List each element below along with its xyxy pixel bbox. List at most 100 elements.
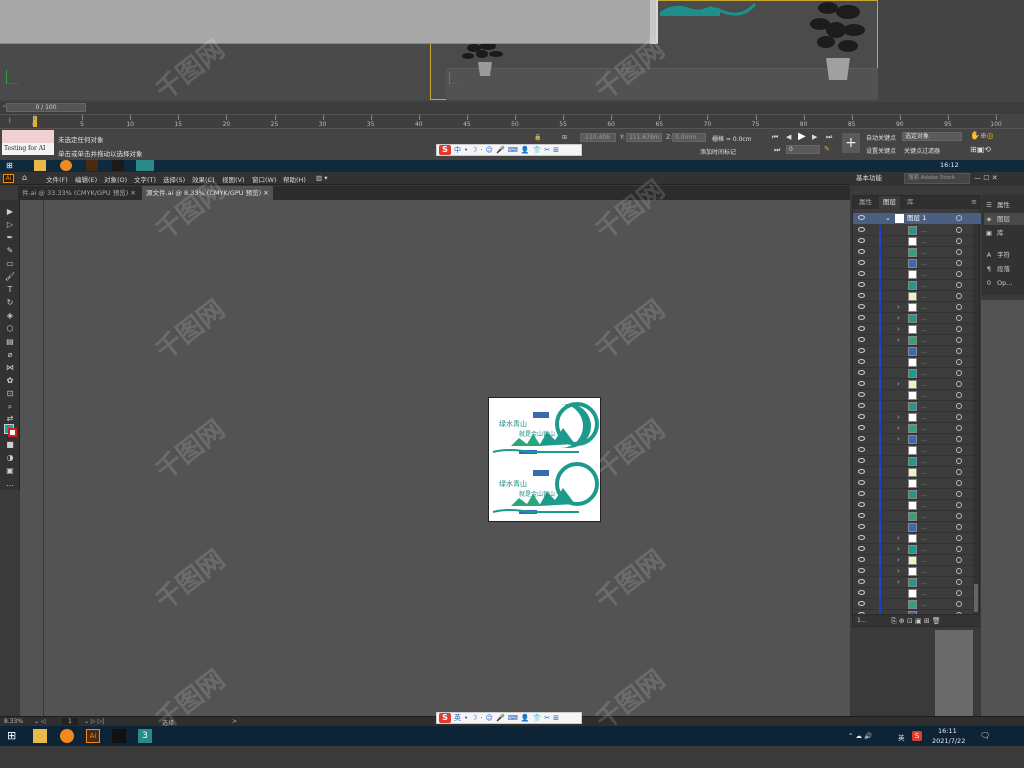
target-circle-icon[interactable] (956, 260, 962, 266)
sublayer-name[interactable]: ... (921, 577, 927, 588)
next-key-icon[interactable]: ▶ (812, 133, 817, 141)
visibility-eye-icon[interactable] (858, 337, 865, 342)
menu-select[interactable]: 选择(S) (163, 174, 185, 184)
maxscript-listener[interactable] (2, 130, 54, 143)
visibility-eye-icon[interactable] (858, 436, 865, 441)
visibility-eye-icon[interactable] (858, 381, 865, 386)
ai-canvas[interactable] (44, 200, 850, 716)
mic-icon[interactable]: 🎤 (496, 145, 505, 155)
sublayer-row[interactable]: ... (853, 357, 973, 368)
target-circle-icon[interactable] (956, 238, 962, 244)
menu-type[interactable]: 文字(T) (134, 174, 156, 184)
sublayer-name[interactable]: ... (921, 302, 927, 313)
sublayer-name[interactable]: ... (921, 247, 927, 258)
target-circle-icon[interactable] (956, 546, 962, 552)
expand-arrow-icon[interactable]: › (897, 324, 900, 335)
max-floating-dialog[interactable] (0, 0, 658, 44)
file-explorer-icon[interactable] (33, 729, 47, 743)
curvature-tool-icon[interactable]: ✎ (4, 245, 16, 256)
visibility-eye-icon[interactable] (858, 282, 865, 287)
target-circle-icon[interactable] (956, 304, 962, 310)
more-tools-icon[interactable]: … (4, 478, 16, 489)
zoom-extents-icons[interactable]: ⊞▣⟲ (970, 145, 991, 154)
visibility-eye-icon[interactable] (858, 227, 865, 232)
windows-start-icon[interactable]: ⊞ (6, 161, 13, 170)
curve-editor-icon[interactable]: ⌇ (8, 117, 11, 125)
visibility-eye-icon[interactable] (858, 579, 865, 584)
target-circle-icon[interactable] (956, 425, 962, 431)
menu-help[interactable]: 帮助(H) (283, 174, 306, 184)
visibility-eye-icon[interactable] (858, 491, 865, 496)
expand-arrow-icon[interactable]: › (897, 379, 900, 390)
menu-object[interactable]: 对象(O) (104, 174, 127, 184)
coord-mode-icon[interactable]: ⊞ (562, 134, 567, 141)
target-circle-icon[interactable] (956, 535, 962, 541)
sublayer-name[interactable]: ... (921, 533, 927, 544)
visibility-eye-icon[interactable] (858, 315, 865, 320)
moon-icon[interactable]: ☽ (471, 145, 477, 155)
tray-clock[interactable]: 16:12 (940, 161, 959, 169)
expand-arrow-icon[interactable]: › (897, 412, 900, 423)
grid-icon[interactable]: ⊞ (553, 713, 559, 723)
visibility-eye-icon[interactable] (858, 557, 865, 562)
gradient-tool-icon[interactable]: ▤ (4, 336, 16, 347)
browser-icon[interactable] (60, 729, 74, 743)
target-circle-icon[interactable] (956, 249, 962, 255)
time-config-icon[interactable]: ✎ (824, 145, 830, 153)
visibility-eye-icon[interactable] (858, 524, 865, 529)
sublayer-row[interactable]: ... (853, 489, 973, 500)
expand-arrow-icon[interactable]: › (897, 544, 900, 555)
coord-x-field[interactable]: -110.406 (580, 133, 616, 142)
dot-icon[interactable]: · (480, 713, 482, 723)
screen-mode-icon[interactable]: ▣ (4, 465, 16, 476)
eyedropper-tool-icon[interactable]: ⌀ (4, 349, 16, 360)
target-circle-icon[interactable] (956, 447, 962, 453)
visibility-eye-icon[interactable] (858, 502, 865, 507)
ime-toolbar[interactable]: S 中 • ☽ · ☺ 🎤 ⌨ 👤 👕 ✂ ⊞ (436, 144, 582, 156)
visibility-eye-icon[interactable] (858, 546, 865, 551)
sublayer-name[interactable]: ... (921, 423, 927, 434)
artboard[interactable]: 绿水青山 就是金山银山 绿水青山 就是金山银山 (488, 397, 601, 522)
expand-arrow-icon[interactable]: › (897, 577, 900, 588)
3dsmax-icon[interactable] (136, 160, 154, 171)
window-controls[interactable]: — ☐ ✕ (974, 174, 998, 182)
set-key-button[interactable]: + (842, 133, 860, 153)
scissors-icon[interactable]: ✂ (544, 713, 550, 723)
sublayer-name[interactable]: ... (921, 368, 927, 379)
visibility-eye-icon[interactable] (858, 238, 865, 243)
target-circle-icon[interactable] (956, 480, 962, 486)
visibility-eye-icon[interactable] (858, 215, 865, 220)
visibility-eye-icon[interactable] (858, 447, 865, 452)
target-circle-icon[interactable] (956, 568, 962, 574)
sublayer-name[interactable]: ... (921, 478, 927, 489)
sublayer-name[interactable]: ... (921, 489, 927, 500)
menu-effect[interactable]: 效果(C) (192, 174, 215, 184)
target-circle-icon[interactable] (956, 348, 962, 354)
sublayer-row[interactable]: ›... (853, 379, 973, 390)
taskbar-date[interactable]: 2021/7/22 (932, 737, 965, 745)
sublayer-name[interactable]: ... (921, 555, 927, 566)
sublayer-row[interactable]: ... (853, 467, 973, 478)
sublayer-row[interactable]: ... (853, 291, 973, 302)
grid-icon[interactable]: ⊞ (553, 145, 559, 155)
sublayer-row[interactable]: ... (853, 225, 973, 236)
sublayer-name[interactable]: ... (921, 544, 927, 555)
sublayer-row[interactable]: ›... (853, 313, 973, 324)
visibility-eye-icon[interactable] (858, 326, 865, 331)
expand-arrow-icon[interactable]: › (897, 423, 900, 434)
sublayer-name[interactable]: ... (921, 346, 927, 357)
play-icon[interactable]: ▶ (798, 131, 806, 142)
target-circle-icon[interactable] (956, 513, 962, 519)
auto-key-button[interactable]: 自动关键点 (866, 133, 896, 142)
blend-tool-icon[interactable]: ⋈ (4, 362, 16, 373)
dialog-scrollbar[interactable] (650, 0, 656, 44)
layer-actions-icons[interactable]: ⎘ ⊕ ⊡ ▣ ⊞ 🗑 (891, 615, 941, 627)
sublayer-row[interactable]: ... (853, 588, 973, 599)
target-circle-icon[interactable] (956, 271, 962, 277)
arrange-docs-icon[interactable]: ▥ ▾ (316, 174, 327, 182)
viewport-nav-icons[interactable]: ✋⊕◎ (970, 131, 994, 140)
visibility-eye-icon[interactable] (858, 260, 865, 265)
visibility-eye-icon[interactable] (858, 590, 865, 595)
visibility-eye-icon[interactable] (858, 535, 865, 540)
sublayer-name[interactable]: ... (921, 588, 927, 599)
